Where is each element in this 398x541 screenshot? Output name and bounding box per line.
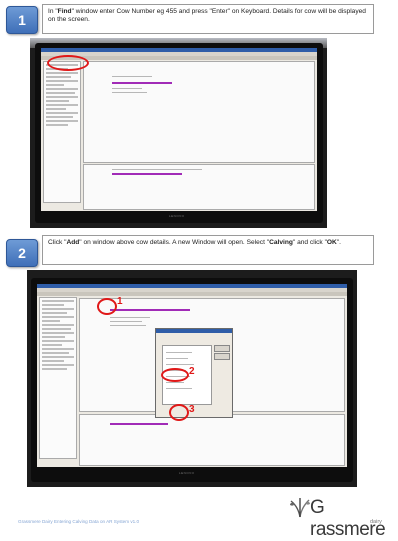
step-2-badge: 2 (6, 239, 38, 267)
calving-option-marker (161, 368, 189, 382)
find-field-marker (47, 55, 89, 71)
grassmere-leaf-icon (290, 498, 310, 518)
dialog-cancel-button[interactable] (214, 353, 230, 360)
step-1-text-b: " window enter Cow Number eg 455 and pre… (48, 8, 366, 24)
step-2-photo: 1 2 3 LENOVO (27, 270, 357, 487)
lower-pane-2 (79, 414, 345, 466)
step-1-badge: 1 (6, 6, 38, 34)
step-2-instruction: Click "Add" on window above cow details.… (42, 235, 374, 265)
step-2-text-a: Click " (48, 239, 67, 246)
step-2-text-b: " on window above cow details. A new Win… (79, 239, 270, 246)
cow-details-pane (83, 61, 315, 163)
lower-pane (83, 164, 315, 210)
cow-details-highlight-2 (110, 309, 190, 311)
marker-2-label: 2 (189, 366, 195, 377)
monitor-2: 1 2 3 LENOVO (31, 278, 353, 482)
grassmere-logo-subtext: dairy (370, 519, 382, 525)
monitor-1: LENOVO (35, 43, 323, 223)
step-1-instruction: In "Find" window enter Cow Number eg 455… (42, 4, 374, 34)
lower-pane-highlight-2 (110, 423, 168, 425)
ok-button-marker (169, 404, 189, 421)
screen-1 (41, 48, 317, 211)
cow-details-highlight (112, 82, 172, 84)
footer-caption: Grassmere Dairy Entering Calving Data on… (18, 519, 140, 524)
step-2-text-calving: Calving (269, 239, 293, 246)
dialog-ok-button[interactable] (214, 345, 230, 352)
grassmere-logo-text: G rassmere (310, 497, 386, 540)
monitor-2-brand: LENOVO (179, 471, 195, 475)
navigation-tree (43, 61, 81, 203)
step-2-number: 2 (18, 245, 26, 261)
lower-pane-highlight (112, 173, 182, 175)
add-button-marker (97, 298, 117, 315)
step-2-text-add: Add (66, 239, 80, 246)
navigation-tree-2 (39, 297, 77, 459)
step-2-text-ok: OK (326, 239, 337, 246)
step-1-photo: LENOVO (30, 38, 327, 228)
step-1-text-find: Find (57, 8, 72, 15)
marker-1-label: 1 (117, 296, 123, 307)
monitor-1-brand: LENOVO (169, 214, 185, 218)
step-1-number: 1 (18, 12, 26, 28)
dialog-title-bar (156, 329, 232, 333)
step-2-text-d: ". (336, 239, 341, 246)
app-toolbar-2 (37, 292, 347, 296)
step-1-text-a: In " (48, 8, 58, 15)
step-2-text-c: " and click " (292, 239, 327, 246)
marker-3-label: 3 (189, 404, 195, 415)
